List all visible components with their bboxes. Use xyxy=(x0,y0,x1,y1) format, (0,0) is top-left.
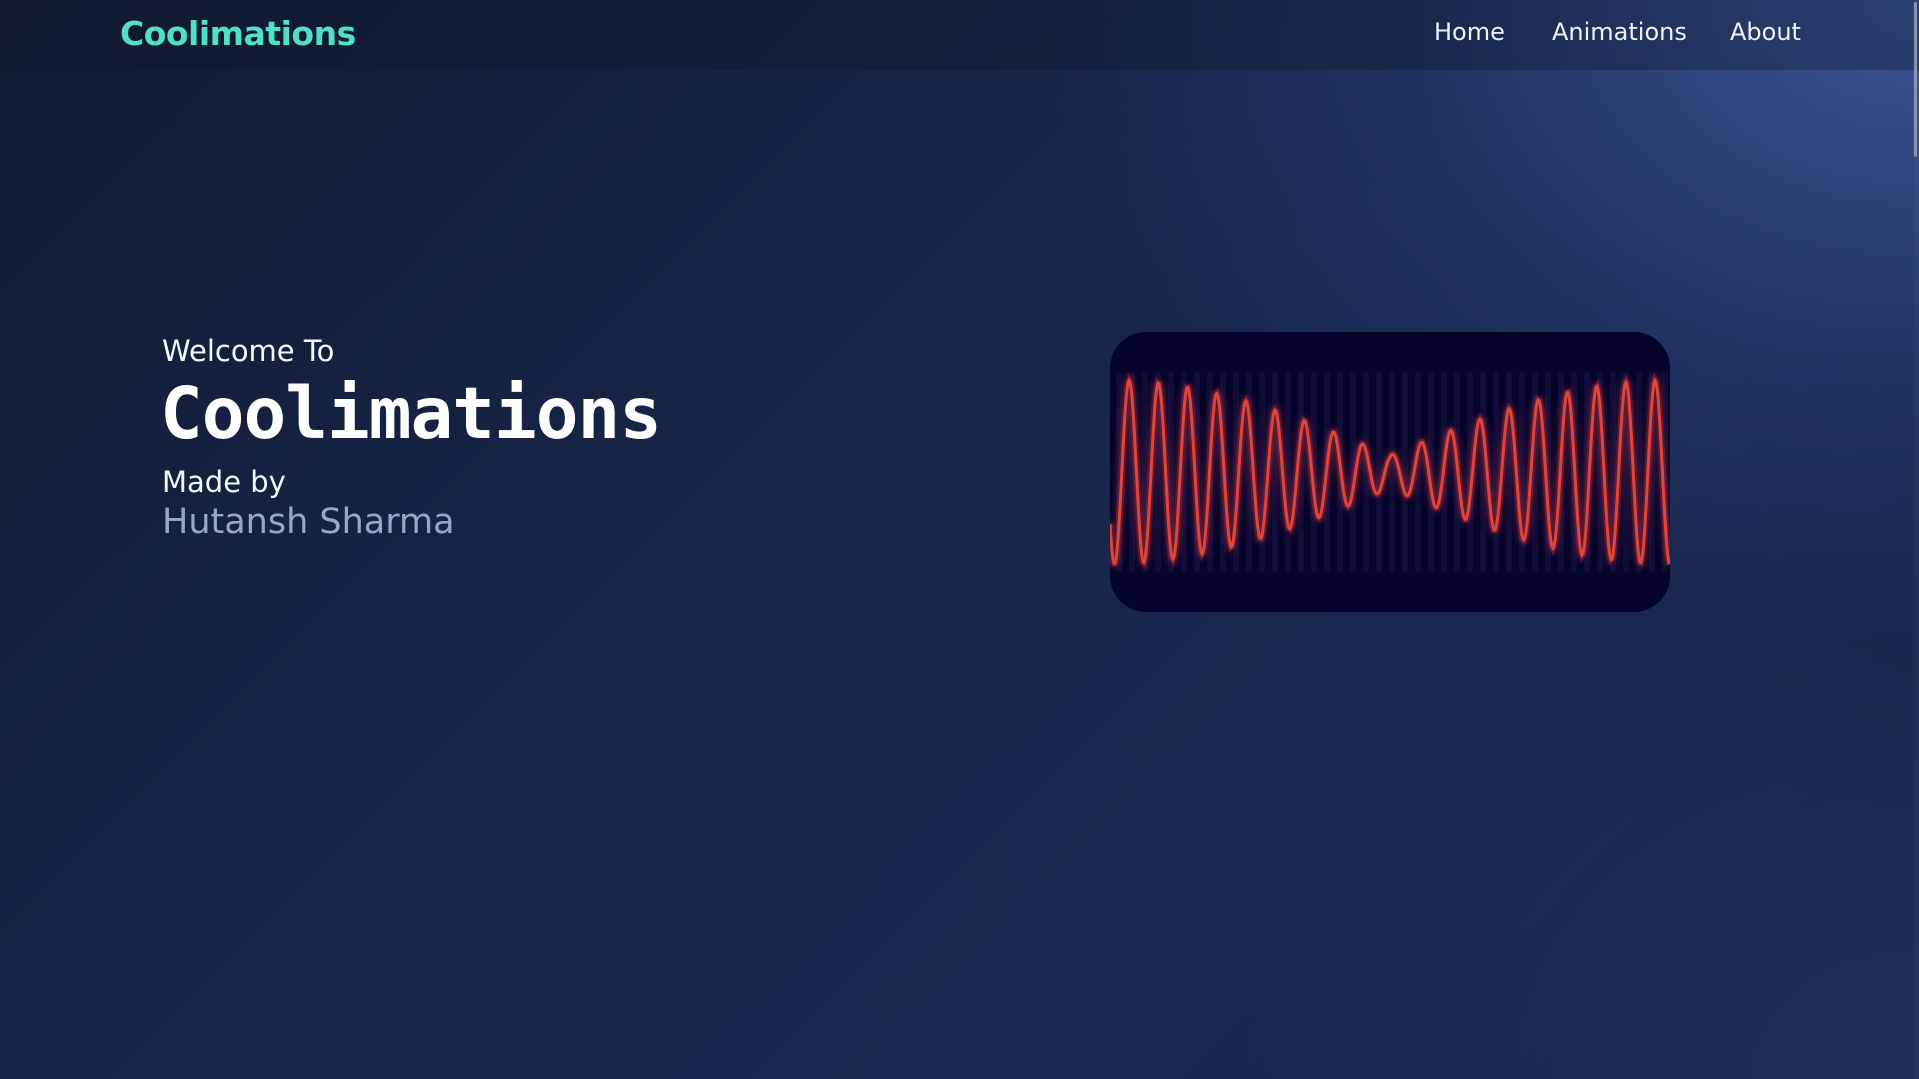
wave-animation xyxy=(1110,372,1670,572)
hero-title: Coolimations xyxy=(160,372,662,455)
made-by-label: Made by xyxy=(162,465,286,499)
wave-stripe xyxy=(1259,372,1265,572)
wave-stripe xyxy=(1389,372,1395,572)
wave-stripe xyxy=(1506,372,1512,572)
navbar: Coolimations Home Animations About xyxy=(0,0,1919,70)
wave-stripe xyxy=(1272,372,1278,572)
page-scrollbar[interactable] xyxy=(1913,0,1919,1079)
nav-home-link[interactable]: Home xyxy=(1434,18,1505,46)
wave-stripe xyxy=(1493,372,1499,572)
nav-animations-link[interactable]: Animations xyxy=(1552,18,1687,46)
wave-stripe xyxy=(1376,372,1382,572)
wave-animation-panel xyxy=(1110,332,1670,612)
brand-logo[interactable]: Coolimations xyxy=(120,14,356,53)
author-name: Hutansh Sharma xyxy=(162,502,455,542)
nav-about-link[interactable]: About xyxy=(1730,18,1801,46)
welcome-text: Welcome To xyxy=(162,334,335,368)
scrollbar-thumb[interactable] xyxy=(1914,2,1917,157)
